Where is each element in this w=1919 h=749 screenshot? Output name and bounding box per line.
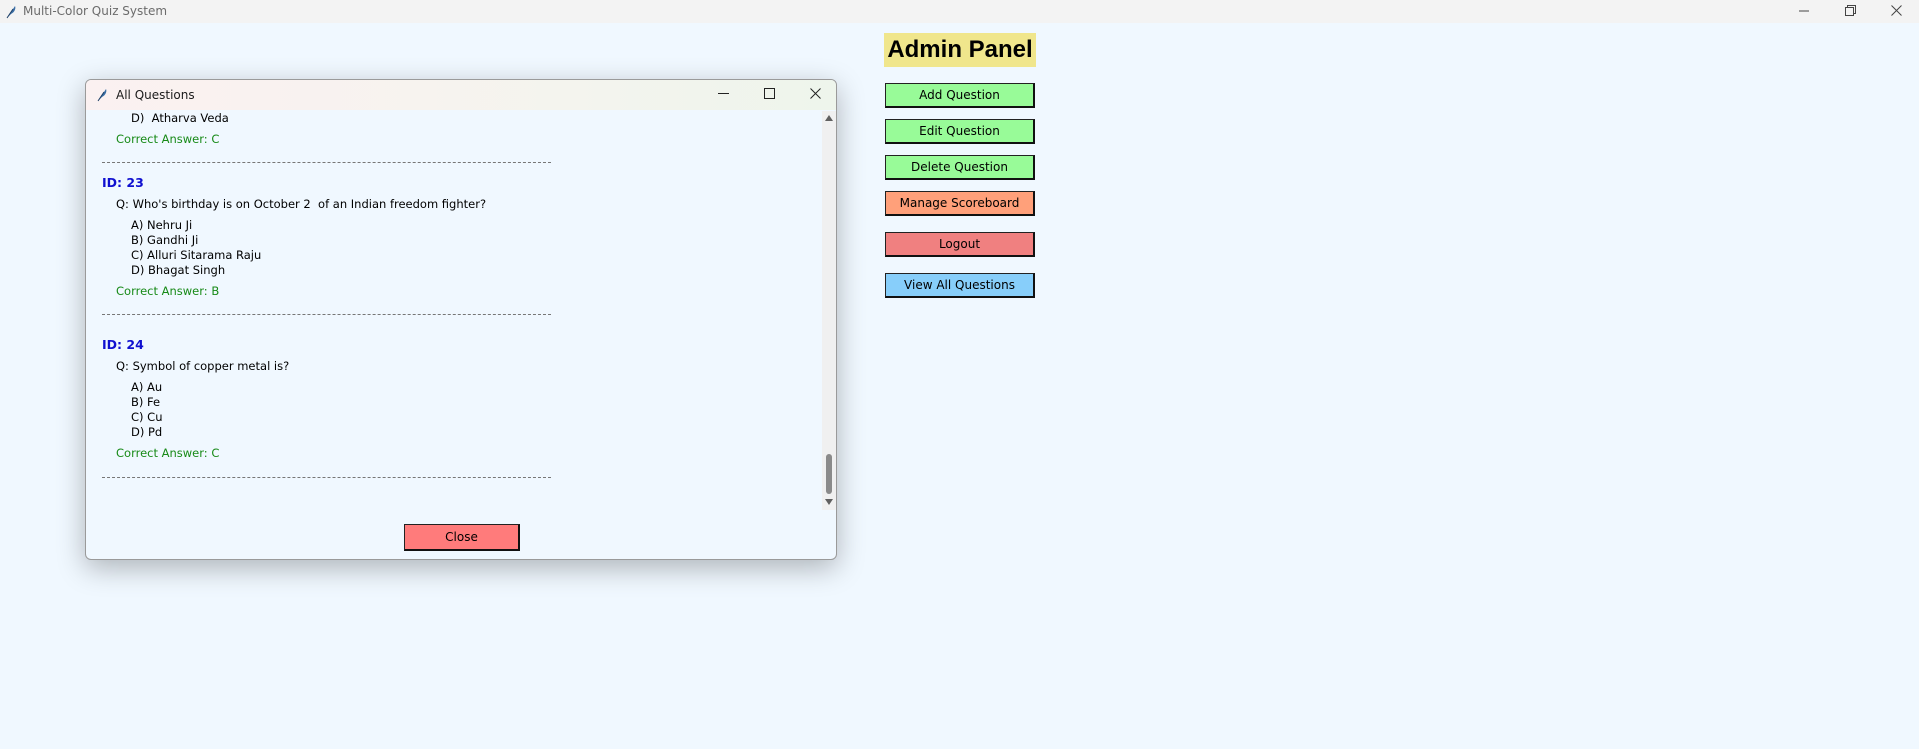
admin-panel-title: Admin Panel [884,33,1036,67]
manage-scoreboard-button[interactable]: Manage Scoreboard [885,191,1035,216]
questions-list[interactable]: D) Atharva Veda Correct Answer: C ID: 23… [86,111,819,509]
option-text: D) Atharva Veda [131,111,229,125]
view-all-questions-button[interactable]: View All Questions [885,273,1035,298]
logout-button[interactable]: Logout [885,232,1035,257]
dialog-close-x-button[interactable] [792,80,836,110]
vertical-scrollbar[interactable] [822,111,836,510]
feather-icon [4,4,18,19]
option-text: C) Cu [131,410,163,424]
option-text: A) Nehru Ji [131,218,193,232]
separator [102,314,551,315]
option-text: D) Bhagat Singh [131,263,226,277]
close-icon [1890,3,1902,21]
question-text: Q: Symbol of copper metal is? [116,359,290,373]
option-text: B) Gandhi Ji [131,233,199,247]
correct-answer: Correct Answer: C [116,132,220,146]
option-text: A) Au [131,380,163,394]
separator [102,162,551,163]
dialog-title: All Questions [116,88,195,102]
maximize-icon [763,86,775,104]
close-icon [809,86,821,104]
minimize-icon [1799,3,1809,21]
close-window-button[interactable] [1873,0,1919,23]
feather-icon [96,87,108,102]
separator [102,477,551,478]
scroll-thumb[interactable] [826,454,832,494]
question-id: ID: 23 [102,175,144,190]
edit-question-button[interactable]: Edit Question [885,119,1035,144]
main-titlebar: Multi-Color Quiz System [0,0,1919,23]
restore-icon [1844,3,1856,21]
dialog-titlebar: All Questions [86,80,836,110]
dialog-maximize-button[interactable] [746,80,792,110]
scroll-up-arrow-icon[interactable] [825,115,833,121]
option-text: D) Pd [131,425,163,439]
restore-button[interactable] [1827,0,1873,23]
minimize-button[interactable] [1781,0,1827,23]
correct-answer: Correct Answer: C [116,446,220,460]
add-question-button[interactable]: Add Question [885,83,1035,108]
question-text: Q: Who's birthday is on October 2 of an … [116,197,487,211]
scroll-down-arrow-icon[interactable] [825,499,833,505]
option-text: B) Fe [131,395,161,409]
option-text: C) Alluri Sitarama Raju [131,248,262,262]
all-questions-dialog: All Questions D) Atharva Veda Correct An… [85,79,837,560]
close-dialog-button[interactable]: Close [404,524,520,551]
minimize-icon [717,86,729,104]
correct-answer: Correct Answer: B [116,284,220,298]
dialog-minimize-button[interactable] [700,80,746,110]
app-title: Multi-Color Quiz System [23,4,168,18]
delete-question-button[interactable]: Delete Question [885,155,1035,180]
question-id: ID: 24 [102,337,144,352]
